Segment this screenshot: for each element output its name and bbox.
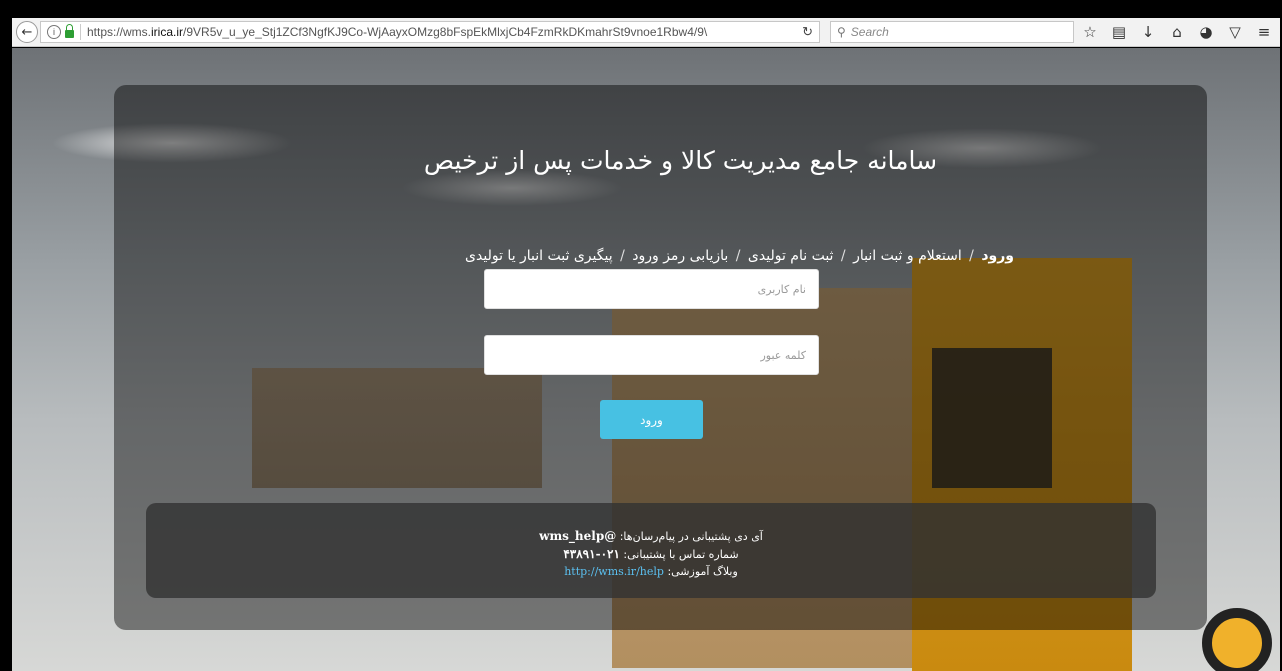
support-phone-label: شماره تماس با پشتیبانی: [623, 548, 739, 561]
url-divider [80, 24, 81, 40]
support-messenger-label: آی دی پشتیبانی در پیام‌رسان‌ها: [619, 530, 763, 543]
home-icon[interactable]: ⌂ [1169, 23, 1185, 41]
breadcrumb-recover-password[interactable]: بازیابی رمز ورود [632, 248, 728, 264]
search-icon: ⚲ [837, 25, 846, 39]
breadcrumb-producer-signup[interactable]: ثبت نام تولیدی [748, 248, 834, 264]
url-prefix: https://wms. [87, 25, 152, 39]
page-title: سامانه جامع مدیریت کالا و خدمات پس از تر… [114, 146, 1207, 175]
breadcrumb-separator: / [735, 248, 741, 264]
search-placeholder: Search [850, 25, 889, 39]
support-box: آی دی پشتیبانی در پیام‌رسان‌ها: @wms_hel… [146, 503, 1156, 598]
address-bar[interactable]: i https://wms.irica.ir/9VR5v_u_ye_Stj1ZC… [40, 21, 820, 43]
lock-icon[interactable] [65, 24, 74, 38]
breadcrumb-login[interactable]: ورود [981, 248, 1014, 264]
menu-icon[interactable]: ≡ [1256, 23, 1272, 41]
browser-toolbar: ← i https://wms.irica.ir/9VR5v_u_ye_Stj1… [12, 18, 1282, 47]
breadcrumb-inquiry[interactable]: استعلام و ثبت انبار [853, 248, 962, 264]
breadcrumb-separator: / [620, 248, 625, 264]
support-phone-line: شماره تماس با پشتیبانی: ۰۲۱-۴۳۸۹۱ [146, 547, 1156, 561]
search-input[interactable]: ⚲ Search [830, 21, 1074, 43]
support-phone: ۰۲۱-۴۳۸۹۱ [563, 547, 620, 561]
breadcrumb-track[interactable]: پیگیری ثبت انبار یا تولیدی [465, 248, 613, 264]
reload-icon[interactable]: ↻ [802, 24, 813, 40]
background-forklift-wheel [1202, 608, 1272, 671]
info-icon[interactable]: i [47, 25, 61, 39]
support-blog-line: وبلاگ آموزشی: http://wms.ir/help [146, 565, 1156, 578]
support-messenger-id: @wms_help [539, 529, 617, 543]
url-path: /9VR5v_u_ye_Stj1ZCf3NgfKJ9Co-WjAayxOMzg8… [183, 25, 708, 39]
url-text[interactable]: https://wms.irica.ir/9VR5v_u_ye_Stj1ZCf3… [87, 25, 777, 39]
url-domain: irica.ir [151, 25, 184, 39]
login-button[interactable]: ورود [600, 400, 703, 439]
toolbar-icons: ☆ ▤ ↓ ⌂ ◕ ▽ ≡ [1082, 21, 1272, 43]
page-title-text: سامانه جامع مدیریت کالا و خدمات پس از تر… [423, 146, 938, 175]
reading-list-icon[interactable]: ▤ [1111, 23, 1127, 41]
breadcrumb-separator: / [969, 248, 974, 264]
pocket-icon[interactable]: ▽ [1227, 23, 1243, 41]
username-input[interactable] [484, 269, 819, 309]
star-icon[interactable]: ☆ [1082, 23, 1098, 41]
support-blog-link[interactable]: http://wms.ir/help [564, 565, 664, 578]
browser-chrome: ← i https://wms.irica.ir/9VR5v_u_ye_Stj1… [0, 0, 1282, 48]
breadcrumb-separator: / [840, 248, 846, 264]
support-messenger-line: آی دی پشتیبانی در پیام‌رسان‌ها: @wms_hel… [146, 529, 1156, 543]
page-content: سامانه جامع مدیریت کالا و خدمات پس از تر… [12, 48, 1282, 671]
chat-icon[interactable]: ◕ [1198, 23, 1214, 41]
support-blog-label: وبلاگ آموزشی: [667, 565, 738, 578]
password-input[interactable] [484, 335, 819, 375]
breadcrumb-items: ورود / استعلام و ثبت انبار / ثبت نام تول… [465, 248, 1014, 264]
download-icon[interactable]: ↓ [1140, 23, 1156, 41]
back-arrow-icon[interactable]: ← [16, 21, 38, 43]
